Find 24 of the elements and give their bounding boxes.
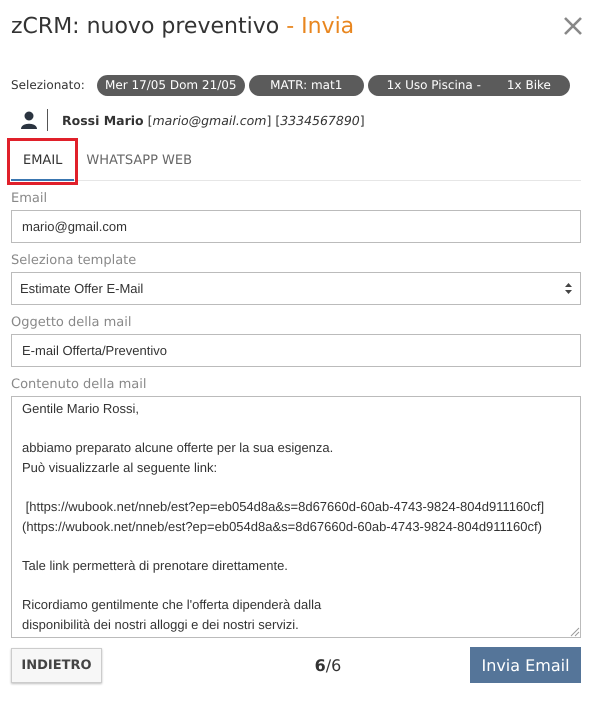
resize-grip-icon[interactable] <box>570 627 580 637</box>
field-label: Email <box>11 191 48 206</box>
field-label: Oggetto della mail <box>11 315 132 330</box>
tag-text: Mer 17/05 Dom 21/05 <box>104 78 237 92</box>
message-textarea[interactable]: Gentile Mario Rossi, abbiamo preparato alcune offerte per la sua esigenza. Può visualizzarle al seguente link: [https://wubook.net/nneb/est?ep=eb054d8a&s=8d67660d-60ab-4743-9824-804d911160cf] (https://wubook.net/nneb/est?ep=eb054d8a&s=8d67660d-60ab-4743-9824-804d911160cf) Tale link permetterà di prenotare direttamente. Ricordiamo gentilmente che l'offerta dipenderà dalla disponibilità dei nostri alloggi e dei nostri servizi. <box>11 396 581 638</box>
field-label: Seleziona template <box>11 253 138 268</box>
selection-label: Selezionato: <box>11 78 85 92</box>
input-field[interactable]: E-mail Offerta/Preventivo <box>11 334 581 367</box>
input-field[interactable]: mario@gmail.com <box>11 210 581 243</box>
back-button[interactable]: INDIETRO <box>11 648 102 682</box>
dialog-title: zCRM: nuovo preventivo <box>11 14 280 38</box>
tag-text: 1x Uso Piscina - <box>386 78 481 92</box>
sort-arrows-icon <box>565 283 572 294</box>
template-select[interactable]: Estimate Offer E-Mail <box>11 272 581 305</box>
tab[interactable]: WHATSAPP WEB <box>74 142 204 181</box>
close-icon[interactable] <box>563 16 583 36</box>
person-icon <box>21 111 37 129</box>
tag-text: 1x Bike <box>506 78 551 92</box>
page-counter: 6/6 <box>314 656 342 674</box>
customer-info: Rossi Mario [mario@gmail.com] [3334567890] <box>62 112 365 128</box>
tag-text: MATR: mat1 <box>270 78 342 92</box>
field-label: Contenuto della mail <box>11 377 148 392</box>
step-label: - Invia <box>286 14 354 38</box>
send-email-button[interactable]: Invia Email <box>470 647 581 683</box>
